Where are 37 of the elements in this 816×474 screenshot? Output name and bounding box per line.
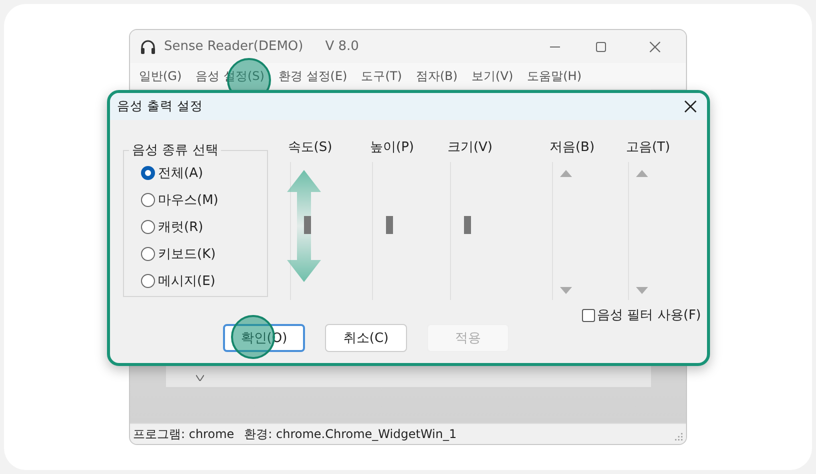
version-label: V 8.0 bbox=[325, 39, 359, 54]
slider-thumb[interactable] bbox=[464, 216, 471, 234]
down-arrow-icon[interactable] bbox=[560, 287, 572, 294]
dialog-title: 음성 출력 설정 bbox=[117, 98, 203, 115]
dialog-button[interactable]: 취소(C) bbox=[325, 324, 407, 352]
radio-option[interactable]: 키보드(K) bbox=[141, 244, 267, 264]
window-title: Sense Reader(DEMO) bbox=[164, 39, 304, 54]
status-text: 프로그램: chrome bbox=[133, 426, 234, 442]
up-arrow-icon[interactable] bbox=[636, 170, 648, 177]
headphones-icon bbox=[140, 38, 156, 54]
resize-grip-icon[interactable] bbox=[674, 432, 683, 441]
radio-option[interactable]: 마우스(M) bbox=[141, 190, 267, 210]
menu-item[interactable]: 환경 설정(E) bbox=[278, 68, 348, 84]
menu-item[interactable]: 보기(V) bbox=[472, 68, 514, 84]
radio-option[interactable]: 메시지(E) bbox=[141, 271, 267, 291]
radio-option[interactable]: 전체(A) bbox=[141, 163, 267, 183]
slider-thumb[interactable] bbox=[304, 216, 311, 234]
menu-item[interactable]: 도움말(H) bbox=[527, 68, 582, 84]
chevron-down-icon bbox=[196, 375, 204, 381]
down-arrow-icon[interactable] bbox=[636, 287, 648, 294]
slider-label: 높이(P) bbox=[370, 139, 414, 156]
filter-checkbox[interactable]: 음성 필터 사용(F) bbox=[582, 306, 701, 324]
close-icon bbox=[649, 40, 661, 52]
slider-label: 저음(B) bbox=[549, 139, 595, 156]
menu-item[interactable]: 도구(T) bbox=[361, 68, 402, 84]
slider-thumb[interactable] bbox=[386, 216, 393, 234]
menu-item[interactable]: 점자(B) bbox=[416, 68, 458, 84]
menu-item[interactable]: 일반(G) bbox=[139, 68, 182, 84]
close-button[interactable] bbox=[684, 100, 697, 113]
slider-label: 속도(S) bbox=[288, 139, 332, 156]
maximize-icon bbox=[595, 40, 607, 52]
group-title: 음성 종류 선택 bbox=[129, 141, 222, 159]
status-text: 환경: chrome.Chrome_WidgetWin_1 bbox=[244, 426, 457, 442]
slider-label: 크기(V) bbox=[447, 139, 493, 156]
slider-label: 고음(T) bbox=[626, 139, 670, 156]
up-arrow-icon[interactable] bbox=[560, 170, 572, 177]
radio-option[interactable]: 캐럿(R) bbox=[141, 217, 267, 237]
